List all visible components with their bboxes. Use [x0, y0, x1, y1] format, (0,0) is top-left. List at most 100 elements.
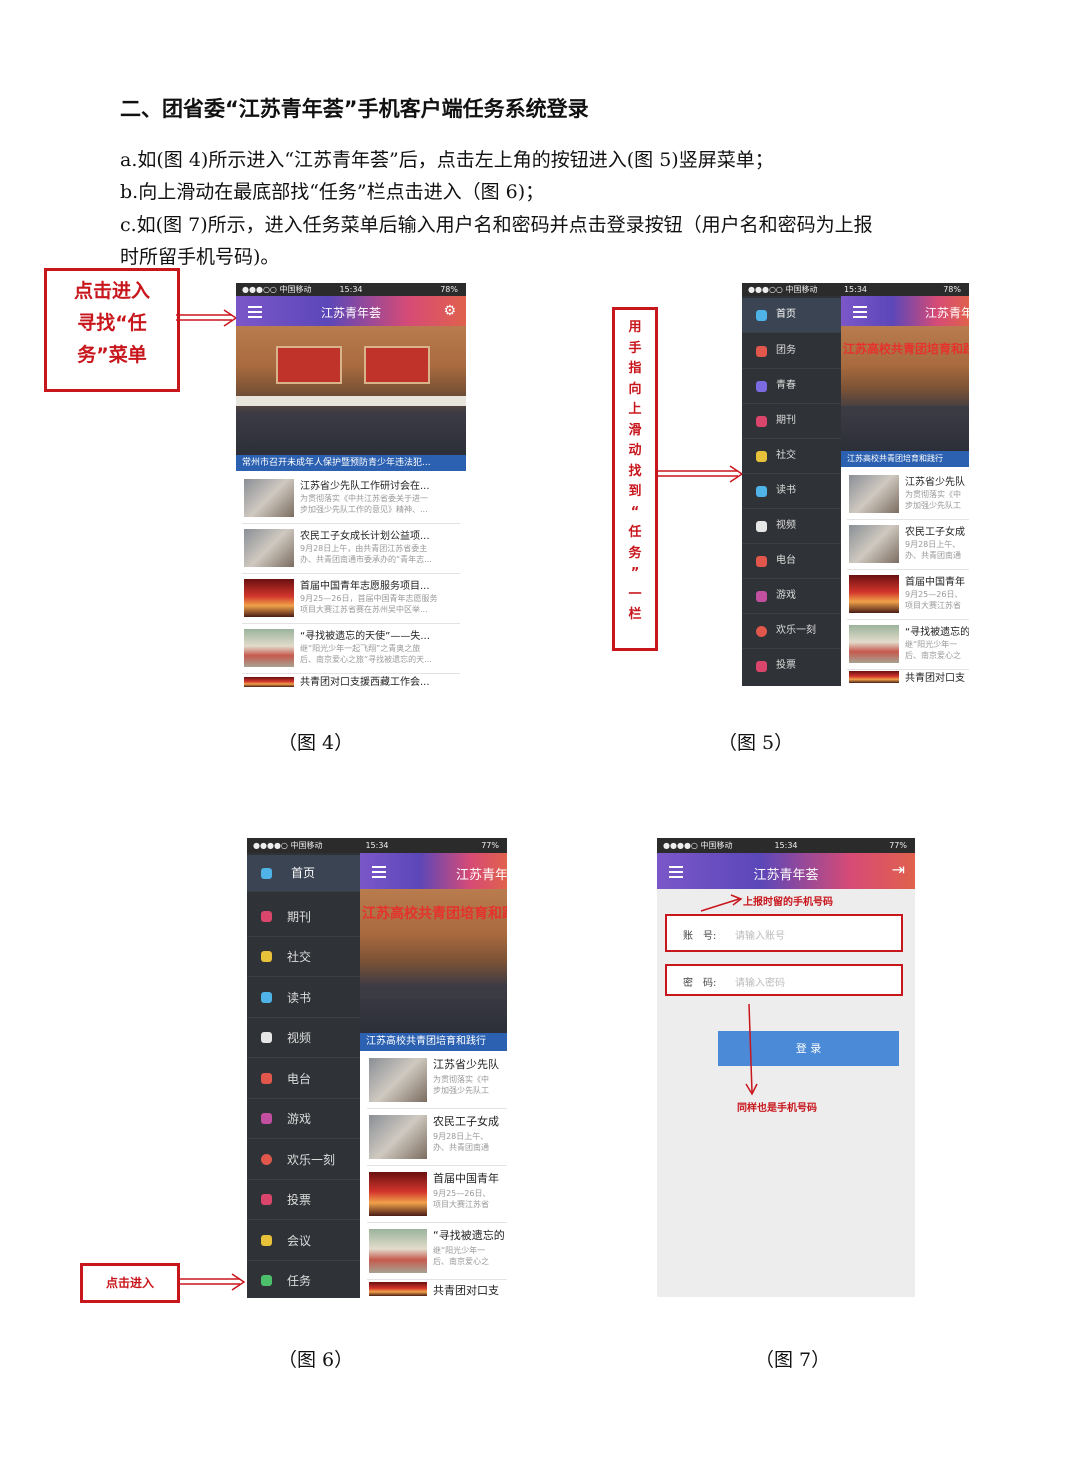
side-menu: 首页 期刊 社交 读书 视频 电台 游戏 欢乐一刻 投票 会议 任务 [247, 853, 360, 1298]
news-item[interactable]: 农民工子女成长计划公益项... 9月28日上午，由共青团江苏省委主 办、共青团南通市… [242, 523, 460, 574]
menu-item-task[interactable]: 任务 [247, 1262, 360, 1298]
gear-icon[interactable]: ⚙ [443, 303, 456, 319]
news-title: 首届中国青年志愿服务项目... [300, 581, 430, 592]
fig4-callout-line: 务”菜单 [77, 344, 147, 366]
menu-item-home[interactable]: 首页 [247, 855, 360, 892]
fig4-callout-line: 寻找“任 [77, 312, 147, 334]
menu-icon[interactable] [853, 303, 867, 321]
news-item[interactable]: 共青团对口支援西藏工作会... [242, 673, 460, 692]
news-item[interactable]: 首届中国青年 9月25—26日、 项目大赛江苏省 [367, 1166, 507, 1223]
news-item[interactable]: 共青团对口支 [847, 669, 969, 686]
fig6-caption: （图 6） [278, 1349, 354, 1371]
password-placeholder: 请输入密码 [735, 978, 785, 989]
battery-label: 77% [481, 841, 499, 850]
news-item[interactable]: 共青团对口支 [367, 1280, 507, 1298]
banner-slogan: 江苏高校共青团培育和践行社会主义 [843, 342, 969, 356]
news-banner[interactable]: 常州市召开未成年人保护暨预防青少年违法犯... [236, 326, 466, 471]
clock: 15:34 [774, 841, 798, 850]
menu-item-social[interactable]: 社交 [742, 439, 841, 474]
paragraph-c: c.如(图 7)所示，进入任务菜单后输入用户名和密码并点击登录按钮（用户名和密码… [120, 214, 873, 236]
menu-item-journal[interactable]: 期刊 [742, 404, 841, 439]
fig6-callout: 点击进入 [80, 1263, 180, 1303]
news-item[interactable]: 农民工子女成 9月28日上午、 办、共青团南通 [847, 519, 969, 570]
clock: 15:34 [339, 285, 363, 294]
menu-item-youth[interactable]: 青春 [742, 369, 841, 404]
app-header: 江苏青年荟 ⚙ [236, 296, 466, 326]
news-desc: 9月28日上午，由共青团江苏省委主 办、共青团南通市委承办的“青年志... [300, 544, 432, 564]
menu-item-social[interactable]: 社交 [247, 938, 360, 977]
menu-item-fun[interactable]: 欢乐一刻 [247, 1141, 360, 1180]
news-item[interactable]: 江苏省少先队 为贯彻落实《中 步加强少先队工 [847, 469, 969, 520]
menu-item-vote[interactable]: 投票 [742, 649, 841, 683]
menu-item-affairs[interactable]: 团务 [742, 334, 841, 369]
menu-item-vote[interactable]: 投票 [247, 1181, 360, 1220]
news-item[interactable]: “寻找被遗忘的 继“阳光少年一 后、南京爱心之 [847, 619, 969, 670]
news-banner[interactable]: 江苏高校共青团培育和践行社会主义 江苏高校共青团培育和践行 [360, 889, 507, 1051]
news-item[interactable]: 首届中国青年 9月25—26日、 项目大赛江苏省 [847, 569, 969, 620]
app-title: 江苏青年荟 [320, 306, 381, 320]
menu-item-reading[interactable]: 读书 [247, 979, 360, 1018]
fig6-arrow [178, 1273, 246, 1291]
menu-item-video[interactable]: 视频 [742, 509, 841, 544]
news-title: 江苏省少先队工作研讨会在... [300, 481, 430, 492]
battery-label: 78% [943, 285, 961, 294]
top-note: 上报时留的手机号码 [743, 897, 833, 908]
app-title: 江苏青年荟 [753, 868, 819, 883]
section-heading: 二、团省委“江苏青年荟”手机客户端任务系统登录 [120, 97, 589, 121]
bottom-note: 同样也是手机号码 [737, 1103, 817, 1114]
banner-caption: 江苏高校共青团培育和践行 [360, 1033, 507, 1051]
menu-icon[interactable] [372, 863, 386, 881]
fig6-phone-screenshot: ●●●●○ 中国移动 15:34 77% 首页 期刊 社交 读书 视频 电台 游… [247, 838, 507, 1298]
news-title: 共青团对口支援西藏工作会... [300, 677, 430, 688]
status-bar: ●●●●○ 中国移动 15:34 77% [657, 838, 915, 853]
menu-item-video[interactable]: 视频 [247, 1019, 360, 1058]
status-bar: ●●●○○ 中国移动 15:34 78% [742, 283, 969, 296]
logout-icon[interactable]: ⇥ [892, 860, 905, 879]
fig7-phone-screenshot: ●●●●○ 中国移动 15:34 77% 江苏青年荟 ⇥ 上报时留的手机号码 账… [657, 838, 915, 1297]
status-bar: ●●●●○ 中国移动 15:34 77% [247, 838, 507, 853]
status-bar: ●●●○○ 中国移动 15:34 78% [236, 283, 466, 296]
fig5-phone-screenshot: ●●●○○ 中国移动 15:34 78% 首页 团务 青春 期刊 社交 读书 视… [742, 283, 969, 686]
bottom-note-arrow [745, 1003, 758, 1096]
menu-item-journal[interactable]: 期刊 [247, 898, 360, 937]
menu-item-radio[interactable]: 电台 [742, 544, 841, 579]
news-item[interactable]: 首届中国青年志愿服务项目... 9月25—26日，首届中国青年志愿服务 项目大赛江苏… [242, 573, 460, 624]
fig5-callout: 用手指 向上滑 动找到 “任务 ” 一栏 [612, 307, 658, 651]
news-item[interactable]: 农民工子女成 9月28日上午、 办、共青团南通 [367, 1109, 507, 1166]
menu-item-games[interactable]: 游戏 [247, 1100, 360, 1139]
paragraph-c-cont: 时所留手机号码)。 [120, 246, 280, 268]
paragraph-a: a.如(图 4)所示进入“江苏青年荟”后，点击左上角的按钮进入(图 5)竖屏菜单… [120, 149, 774, 171]
news-title: 农民工子女成长计划公益项... [300, 531, 430, 542]
password-field[interactable]: 密 码: 请输入密码 [665, 964, 903, 996]
news-item[interactable]: 江苏省少先队 为贯彻落实《中 步加强少先队工 [367, 1052, 507, 1109]
fig4-callout: 点击进入 寻找“任 务”菜单 [44, 268, 180, 392]
fig5-caption: （图 5） [718, 732, 794, 754]
clock: 15:34 [843, 285, 868, 294]
menu-item-meeting[interactable]: 会议 [247, 1222, 360, 1261]
news-desc: 9月25—26日，首届中国青年志愿服务 项目大赛江苏省赛在苏州吴中区举... [300, 594, 438, 614]
password-label: 密 码: [683, 978, 717, 989]
news-item[interactable]: 江苏省少先队工作研讨会在... 为贯彻落实《中共江苏省委关于进一 步加强少先队工作的… [242, 473, 460, 524]
account-label: 账 号: [683, 931, 717, 942]
menu-item-home[interactable]: 首页 [742, 298, 841, 333]
news-item[interactable]: “寻找被遗忘的 继“阳光少年一 后、南京爱心之 [367, 1223, 507, 1280]
clock: 15:34 [365, 841, 389, 850]
news-desc: 为贯彻落实《中共江苏省委关于进一 步加强少先队工作的意见》精神、... [300, 494, 428, 514]
account-field[interactable]: 账 号: 请输入账号 [665, 914, 903, 952]
paragraph-b: b.向上滑动在最底部找“任务”栏点击进入（图 6)； [120, 181, 545, 203]
news-item[interactable]: “寻找被遗忘的天使”——失... 继“阳光少年一起飞翔”之青奥之旅 后、南京爱心之旅… [242, 623, 460, 674]
menu-item-reading[interactable]: 读书 [742, 474, 841, 509]
battery-label: 78% [440, 285, 458, 294]
menu-item-games[interactable]: 游戏 [742, 579, 841, 614]
news-banner[interactable]: 江苏高校共青团培育和践行社会主义 江苏高校共青团培育和践行 [841, 326, 969, 467]
fig5-arrow [656, 465, 744, 483]
news-title: “寻找被遗忘的天使”——失... [300, 631, 430, 642]
banner-caption: 常州市召开未成年人保护暨预防青少年违法犯... [236, 455, 466, 471]
menu-item-fun[interactable]: 欢乐一刻 [742, 614, 841, 649]
banner-caption: 江苏高校共青团培育和践行 [841, 451, 969, 467]
fig7-caption: （图 7） [755, 1349, 831, 1371]
menu-item-radio[interactable]: 电台 [247, 1060, 360, 1099]
account-placeholder: 请输入账号 [735, 931, 785, 942]
app-title: 江苏青年 [925, 306, 969, 320]
fig4-arrow [176, 309, 238, 327]
